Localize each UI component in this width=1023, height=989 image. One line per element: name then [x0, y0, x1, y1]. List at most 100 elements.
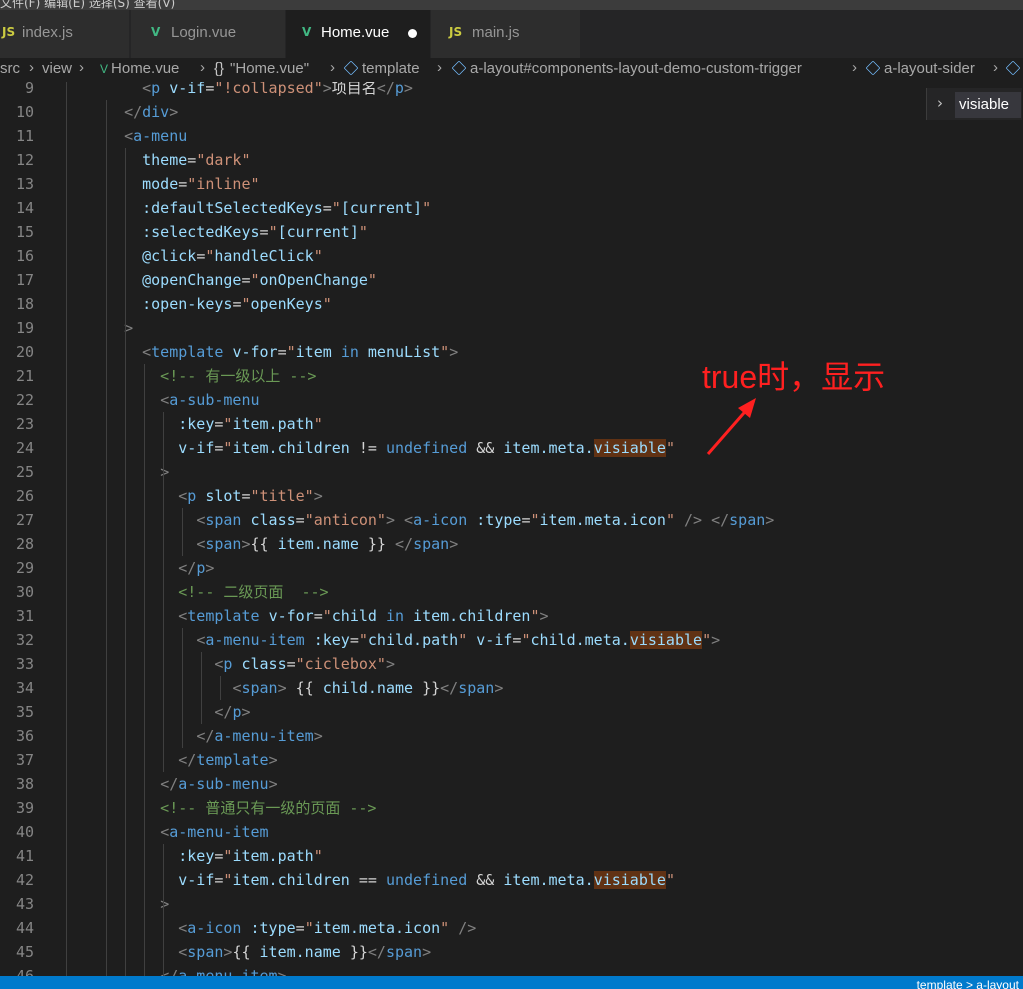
line-number: 40	[15, 823, 34, 841]
code-line[interactable]: :key="item.path"	[106, 844, 323, 868]
code-token: mode	[106, 175, 179, 193]
breadcrumb-a-layout[interactable]: a-layout#components-layout-demo-custom-t…	[451, 60, 802, 77]
code-line[interactable]: <p v-if="!collapsed">项目名</p>	[106, 82, 413, 100]
code-token: >	[160, 463, 170, 481]
code-line[interactable]: </a-sub-menu>	[106, 772, 277, 796]
code-line[interactable]: >	[106, 316, 133, 340]
line-number: 21	[15, 367, 34, 385]
code-token: }}	[413, 679, 441, 697]
code-token: slot	[205, 487, 242, 505]
breadcrumb-module[interactable]: {} "Home.vue"	[214, 60, 309, 77]
code-line[interactable]: <a-menu	[106, 124, 187, 148]
code-token: visiable	[593, 871, 666, 889]
vue-file-icon: V	[302, 25, 312, 39]
breadcrumb-home-vue[interactable]: V Home.vue	[100, 60, 179, 77]
breadcrumb-src[interactable]: src	[0, 60, 20, 77]
code-line[interactable]: </a-menu-item>	[106, 964, 286, 976]
tab-main-js[interactable]: JS main.js	[431, 10, 581, 58]
code-token: child.path	[367, 631, 459, 649]
code-token: menuList	[358, 343, 441, 361]
line-number: 25	[15, 463, 34, 481]
code-line[interactable]: >	[106, 460, 169, 484]
code-line[interactable]: mode="inline"	[106, 172, 259, 196]
code-token: "	[286, 343, 296, 361]
code-line[interactable]: :defaultSelectedKeys="[current]"	[106, 196, 431, 220]
code-token: "ciclebox"	[295, 655, 386, 673]
code-line[interactable]: <a-icon :type="item.meta.icon" />	[106, 916, 476, 940]
line-number: 31	[15, 607, 34, 625]
code-line[interactable]: <p slot="title">	[106, 484, 323, 508]
unsaved-dot-icon[interactable]	[408, 29, 417, 38]
code-token: in	[340, 343, 359, 361]
code-line[interactable]: </div>	[106, 100, 178, 124]
code-line[interactable]: v-if="item.children != undefined && item…	[106, 436, 675, 460]
code-line[interactable]: @openChange="onOpenChange"	[106, 268, 377, 292]
code-token: item.meta.icon	[539, 511, 666, 529]
code-line[interactable]: <span>{{ item.name }}</span>	[106, 940, 431, 964]
indent-guide	[144, 364, 145, 976]
code-token: v-if	[169, 82, 206, 97]
tab-index-js[interactable]: JS index.js	[0, 10, 130, 58]
chevron-right-icon[interactable]: ›	[937, 94, 943, 112]
tab-login-vue[interactable]: V Login.vue	[131, 10, 286, 58]
code-token: child.name	[322, 679, 414, 697]
menu-bar-text: 文件(F) 编辑(E) 选择(S) 查看(V)	[0, 0, 176, 10]
code-line[interactable]: :key="item.path"	[106, 412, 323, 436]
code-line[interactable]: v-if="item.children == undefined && item…	[106, 868, 675, 892]
code-line[interactable]: <!-- 二级页面 -->	[106, 580, 328, 604]
code-line[interactable]: <a-menu-item	[106, 820, 268, 844]
line-number: 45	[15, 943, 34, 961]
code-token: :type	[476, 511, 522, 529]
code-line[interactable]: <!-- 有一级以上 -->	[106, 364, 316, 388]
code-line[interactable]: theme="dark"	[106, 148, 250, 172]
tab-label: main.js	[472, 24, 520, 41]
breadcrumb-view[interactable]: view	[42, 60, 72, 77]
code-line[interactable]: <span>{{ item.name }} </span>	[106, 532, 458, 556]
chevron-right-icon: ›	[29, 59, 34, 76]
line-number: 35	[15, 703, 34, 721]
code-token: "	[665, 871, 675, 889]
code-token: item.meta.	[503, 439, 594, 457]
code-token: v-for	[268, 607, 314, 625]
code-line[interactable]: </template>	[106, 748, 277, 772]
breadcrumb-more[interactable]	[1005, 60, 1023, 77]
chevron-right-icon: ›	[437, 59, 442, 76]
code-line[interactable]: <template v-for="child in item.children"…	[106, 604, 548, 628]
code-token: <a-menu-item	[196, 631, 314, 649]
suggestion-item[interactable]: visiable	[955, 92, 1021, 118]
line-number: 43	[15, 895, 34, 913]
code-line[interactable]: :open-keys="openKeys"	[106, 292, 332, 316]
code-line[interactable]: :selectedKeys="[current]"	[106, 220, 368, 244]
code-line[interactable]: <template v-for="item in menuList">	[106, 340, 458, 364]
suggestion-widget[interactable]: › visiable	[926, 88, 1022, 120]
code-token: "	[250, 271, 260, 289]
code-line[interactable]: @click="handleClick"	[106, 244, 323, 268]
line-number: 34	[15, 679, 34, 697]
js-file-icon: JS	[449, 25, 463, 39]
code-line[interactable]: </a-menu-item>	[106, 724, 322, 748]
code-line[interactable]: >	[106, 892, 169, 916]
code-token: />	[684, 511, 703, 529]
code-line[interactable]: </p>	[106, 700, 250, 724]
code-line[interactable]: <!-- 普通只有一级的页面 -->	[106, 796, 376, 820]
line-number: 19	[15, 319, 34, 337]
code-line[interactable]: <a-sub-menu	[106, 388, 259, 412]
code-line[interactable]: <span> {{ child.name }}</span>	[106, 676, 503, 700]
code-editor[interactable]: 9 10 11 12 13 14 15 16 17 18 19 20 21 22 23 24 25 26 27 28 2…	[0, 82, 1023, 976]
code-token: </span>	[711, 511, 775, 529]
line-number: 11	[15, 127, 34, 145]
code-token: openKeys	[250, 295, 323, 313]
code-line[interactable]: </p>	[106, 556, 214, 580]
code-token: =	[241, 487, 251, 505]
breadcrumb-a-layout-sider[interactable]: a-layout-sider	[865, 60, 975, 77]
code-token: "	[304, 919, 314, 937]
code-token: >	[124, 319, 134, 337]
code-line[interactable]: <a-menu-item :key="child.path" v-if="chi…	[106, 628, 720, 652]
breadcrumb-template[interactable]: template	[343, 60, 420, 77]
chevron-right-icon: ›	[79, 59, 84, 76]
line-number: 30	[15, 583, 34, 601]
code-token: item.children	[232, 439, 359, 457]
tab-home-vue[interactable]: V Home.vue	[286, 10, 431, 58]
code-line[interactable]: <span class="anticon"> <a-icon :type="it…	[106, 508, 774, 532]
code-line[interactable]: <p class="ciclebox">	[106, 652, 395, 676]
